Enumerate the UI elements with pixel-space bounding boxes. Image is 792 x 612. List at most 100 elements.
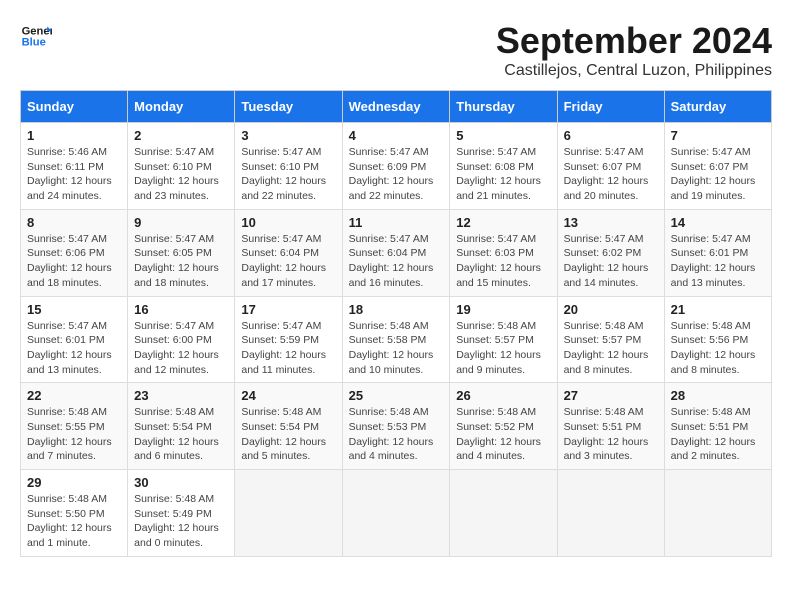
day-number: 8 [27,215,121,230]
calendar-cell: 28 Sunrise: 5:48 AM Sunset: 5:51 PM Dayl… [664,383,771,470]
month-title: September 2024 [496,20,772,62]
day-number: 22 [27,388,121,403]
day-number: 14 [671,215,765,230]
day-number: 2 [134,128,228,143]
day-number: 18 [349,302,444,317]
weekday-header-wednesday: Wednesday [342,91,450,123]
day-number: 23 [134,388,228,403]
day-info: Sunrise: 5:47 AM Sunset: 6:02 PM Dayligh… [564,232,658,291]
day-info: Sunrise: 5:47 AM Sunset: 6:03 PM Dayligh… [456,232,550,291]
day-number: 7 [671,128,765,143]
day-number: 25 [349,388,444,403]
day-number: 28 [671,388,765,403]
day-info: Sunrise: 5:48 AM Sunset: 5:50 PM Dayligh… [27,492,121,551]
calendar-week-5: 29 Sunrise: 5:48 AM Sunset: 5:50 PM Dayl… [21,470,772,557]
day-info: Sunrise: 5:47 AM Sunset: 6:07 PM Dayligh… [671,145,765,204]
day-number: 4 [349,128,444,143]
day-info: Sunrise: 5:48 AM Sunset: 5:57 PM Dayligh… [564,319,658,378]
day-info: Sunrise: 5:48 AM Sunset: 5:54 PM Dayligh… [241,405,335,464]
calendar-cell: 13 Sunrise: 5:47 AM Sunset: 6:02 PM Dayl… [557,209,664,296]
day-number: 10 [241,215,335,230]
calendar-cell: 10 Sunrise: 5:47 AM Sunset: 6:04 PM Dayl… [235,209,342,296]
day-number: 26 [456,388,550,403]
calendar-cell: 17 Sunrise: 5:47 AM Sunset: 5:59 PM Dayl… [235,296,342,383]
day-number: 11 [349,215,444,230]
calendar-cell: 23 Sunrise: 5:48 AM Sunset: 5:54 PM Dayl… [128,383,235,470]
calendar-cell [557,470,664,557]
title-area: September 2024 Castillejos, Central Luzo… [496,20,772,80]
day-info: Sunrise: 5:47 AM Sunset: 5:59 PM Dayligh… [241,319,335,378]
day-info: Sunrise: 5:48 AM Sunset: 5:57 PM Dayligh… [456,319,550,378]
day-number: 12 [456,215,550,230]
calendar-table: SundayMondayTuesdayWednesdayThursdayFrid… [20,90,772,557]
day-info: Sunrise: 5:48 AM Sunset: 5:52 PM Dayligh… [456,405,550,464]
weekday-header-tuesday: Tuesday [235,91,342,123]
day-number: 21 [671,302,765,317]
day-info: Sunrise: 5:48 AM Sunset: 5:53 PM Dayligh… [349,405,444,464]
day-number: 29 [27,475,121,490]
day-number: 30 [134,475,228,490]
day-info: Sunrise: 5:47 AM Sunset: 6:04 PM Dayligh… [349,232,444,291]
weekday-header-monday: Monday [128,91,235,123]
calendar-cell [664,470,771,557]
calendar-cell: 11 Sunrise: 5:47 AM Sunset: 6:04 PM Dayl… [342,209,450,296]
calendar-cell: 6 Sunrise: 5:47 AM Sunset: 6:07 PM Dayli… [557,123,664,210]
day-number: 13 [564,215,658,230]
weekday-header-thursday: Thursday [450,91,557,123]
calendar-week-4: 22 Sunrise: 5:48 AM Sunset: 5:55 PM Dayl… [21,383,772,470]
day-info: Sunrise: 5:47 AM Sunset: 6:10 PM Dayligh… [134,145,228,204]
calendar-cell: 12 Sunrise: 5:47 AM Sunset: 6:03 PM Dayl… [450,209,557,296]
calendar-cell: 20 Sunrise: 5:48 AM Sunset: 5:57 PM Dayl… [557,296,664,383]
calendar-cell: 4 Sunrise: 5:47 AM Sunset: 6:09 PM Dayli… [342,123,450,210]
calendar-cell: 25 Sunrise: 5:48 AM Sunset: 5:53 PM Dayl… [342,383,450,470]
day-info: Sunrise: 5:47 AM Sunset: 6:00 PM Dayligh… [134,319,228,378]
day-number: 15 [27,302,121,317]
calendar-cell: 30 Sunrise: 5:48 AM Sunset: 5:49 PM Dayl… [128,470,235,557]
day-number: 6 [564,128,658,143]
calendar-cell: 2 Sunrise: 5:47 AM Sunset: 6:10 PM Dayli… [128,123,235,210]
day-info: Sunrise: 5:47 AM Sunset: 6:01 PM Dayligh… [671,232,765,291]
day-info: Sunrise: 5:48 AM Sunset: 5:58 PM Dayligh… [349,319,444,378]
calendar-cell: 3 Sunrise: 5:47 AM Sunset: 6:10 PM Dayli… [235,123,342,210]
day-info: Sunrise: 5:48 AM Sunset: 5:51 PM Dayligh… [564,405,658,464]
logo: General Blue [20,20,52,52]
day-number: 27 [564,388,658,403]
day-info: Sunrise: 5:47 AM Sunset: 6:01 PM Dayligh… [27,319,121,378]
day-info: Sunrise: 5:48 AM Sunset: 5:49 PM Dayligh… [134,492,228,551]
weekday-header-sunday: Sunday [21,91,128,123]
logo-icon: General Blue [20,20,52,52]
calendar-cell [342,470,450,557]
calendar-cell: 5 Sunrise: 5:47 AM Sunset: 6:08 PM Dayli… [450,123,557,210]
svg-text:Blue: Blue [22,37,46,49]
day-number: 16 [134,302,228,317]
day-number: 5 [456,128,550,143]
calendar-cell: 7 Sunrise: 5:47 AM Sunset: 6:07 PM Dayli… [664,123,771,210]
weekday-header-row: SundayMondayTuesdayWednesdayThursdayFrid… [21,91,772,123]
weekday-header-friday: Friday [557,91,664,123]
calendar-week-3: 15 Sunrise: 5:47 AM Sunset: 6:01 PM Dayl… [21,296,772,383]
day-info: Sunrise: 5:48 AM Sunset: 5:54 PM Dayligh… [134,405,228,464]
calendar-cell: 27 Sunrise: 5:48 AM Sunset: 5:51 PM Dayl… [557,383,664,470]
calendar-cell: 8 Sunrise: 5:47 AM Sunset: 6:06 PM Dayli… [21,209,128,296]
calendar-cell [235,470,342,557]
day-info: Sunrise: 5:47 AM Sunset: 6:04 PM Dayligh… [241,232,335,291]
day-number: 17 [241,302,335,317]
calendar-week-1: 1 Sunrise: 5:46 AM Sunset: 6:11 PM Dayli… [21,123,772,210]
calendar-cell: 21 Sunrise: 5:48 AM Sunset: 5:56 PM Dayl… [664,296,771,383]
location-title: Castillejos, Central Luzon, Philippines [496,62,772,80]
day-number: 20 [564,302,658,317]
calendar-cell: 29 Sunrise: 5:48 AM Sunset: 5:50 PM Dayl… [21,470,128,557]
day-number: 1 [27,128,121,143]
calendar-cell: 14 Sunrise: 5:47 AM Sunset: 6:01 PM Dayl… [664,209,771,296]
day-info: Sunrise: 5:47 AM Sunset: 6:10 PM Dayligh… [241,145,335,204]
day-info: Sunrise: 5:47 AM Sunset: 6:06 PM Dayligh… [27,232,121,291]
calendar-cell: 19 Sunrise: 5:48 AM Sunset: 5:57 PM Dayl… [450,296,557,383]
day-number: 3 [241,128,335,143]
day-info: Sunrise: 5:48 AM Sunset: 5:51 PM Dayligh… [671,405,765,464]
page-header: General Blue September 2024 Castillejos,… [20,20,772,80]
calendar-cell: 16 Sunrise: 5:47 AM Sunset: 6:00 PM Dayl… [128,296,235,383]
day-info: Sunrise: 5:47 AM Sunset: 6:07 PM Dayligh… [564,145,658,204]
calendar-cell: 24 Sunrise: 5:48 AM Sunset: 5:54 PM Dayl… [235,383,342,470]
calendar-cell [450,470,557,557]
calendar-cell: 9 Sunrise: 5:47 AM Sunset: 6:05 PM Dayli… [128,209,235,296]
